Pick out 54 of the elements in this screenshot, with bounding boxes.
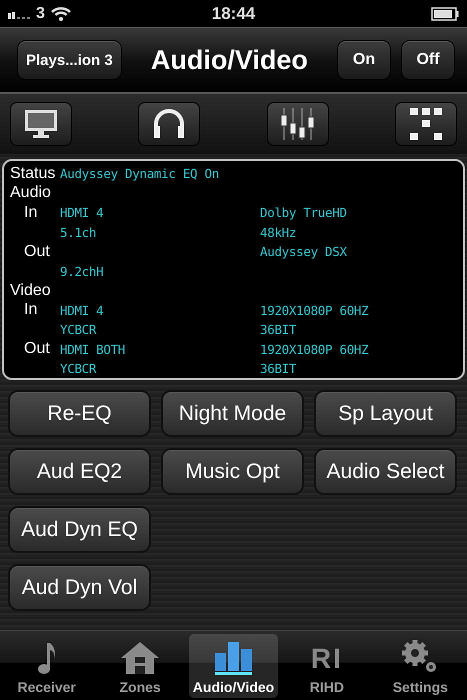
rihd-logo-icon: RI bbox=[310, 643, 343, 675]
info-value: 48kHz bbox=[260, 224, 296, 240]
power-button[interactable]: Off bbox=[401, 40, 455, 80]
toolbar-button[interactable] bbox=[266, 102, 329, 146]
screen-title: Audio/Video bbox=[150, 44, 309, 76]
tab-bar-item[interactable]: Receiver bbox=[2, 634, 92, 698]
info-value: 1920X1080P 60HZ bbox=[260, 342, 368, 357]
info-value: YCBCR bbox=[60, 322, 96, 338]
row-label: In bbox=[24, 301, 38, 318]
carrier-name: 3 bbox=[36, 4, 45, 22]
info-value: 36BIT bbox=[260, 361, 296, 376]
row-label: Out bbox=[24, 340, 50, 358]
clock: 18:44 bbox=[212, 4, 256, 24]
function-button[interactable]: Aud EQ2 bbox=[8, 448, 151, 495]
info-value: Audyssey DSX bbox=[260, 244, 347, 260]
info-value: Dolby TrueHD bbox=[260, 205, 347, 220]
row-label: Out bbox=[24, 242, 50, 260]
wifi-icon bbox=[50, 6, 71, 21]
tab-bar-item[interactable]: Settings bbox=[376, 634, 466, 698]
info-value: 9.2chH bbox=[60, 264, 104, 279]
info-value: HDMI BOTH bbox=[60, 342, 126, 357]
function-button[interactable]: Audio Select bbox=[314, 448, 457, 495]
section-heading: Video bbox=[10, 282, 52, 300]
headphones-icon bbox=[153, 109, 186, 139]
tab-bar-item[interactable]: Audio/Video bbox=[188, 634, 278, 698]
function-button[interactable]: Re-EQ bbox=[8, 390, 151, 437]
function-button[interactable]: Aud Dyn Vol bbox=[8, 564, 151, 611]
battery-icon bbox=[431, 6, 460, 20]
monitor-icon bbox=[24, 109, 58, 139]
info-value: YCBCR bbox=[60, 361, 96, 376]
toolbar-button[interactable] bbox=[10, 102, 72, 146]
function-button[interactable]: Aud Dyn EQ bbox=[8, 506, 151, 553]
toolbar-button[interactable] bbox=[394, 102, 457, 146]
back-button[interactable]: Plays...ion 3 bbox=[17, 40, 122, 80]
house-icon bbox=[120, 641, 160, 675]
info-value: HDMI 4 bbox=[60, 302, 104, 318]
info-value: 1920X1080P 60HZ bbox=[260, 302, 368, 318]
info-value: 5.1ch bbox=[60, 224, 96, 240]
power-button[interactable]: On bbox=[337, 40, 391, 80]
tab-bar-item[interactable]: Zones bbox=[95, 634, 185, 698]
section-heading: Audio bbox=[10, 184, 52, 202]
function-button[interactable]: Night Mode bbox=[161, 390, 304, 437]
function-button[interactable]: Music Opt bbox=[161, 448, 304, 495]
grid-icon bbox=[408, 107, 443, 141]
music-note-icon bbox=[36, 641, 57, 675]
toolbar-button[interactable] bbox=[138, 102, 200, 146]
bar-chart-icon bbox=[214, 641, 254, 675]
info-value: HDMI 4 bbox=[60, 205, 104, 220]
status-label: Status bbox=[10, 164, 56, 183]
row-label: In bbox=[24, 204, 38, 221]
info-value: 36BIT bbox=[260, 322, 296, 338]
function-button[interactable]: Sp Layout bbox=[314, 390, 457, 437]
tab-bar-item[interactable]: RI RIHD bbox=[282, 634, 372, 698]
status-value: Audyssey Dynamic EQ On bbox=[60, 166, 219, 182]
